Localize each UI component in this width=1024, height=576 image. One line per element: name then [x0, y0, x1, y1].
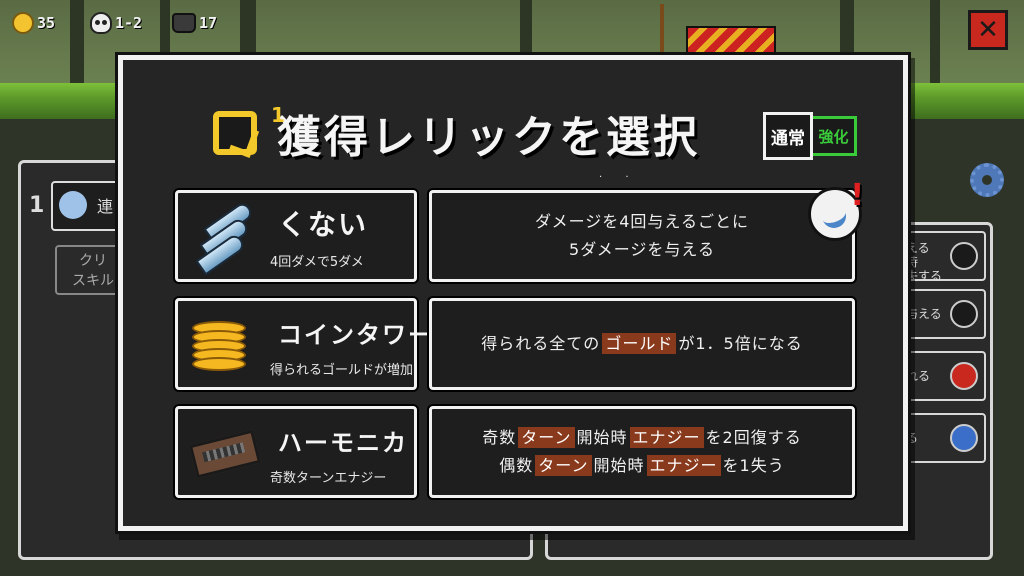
desc-line: 奇数 ターン 開始時 エナジー を2回復する	[482, 424, 801, 452]
relic-subtitle: 4回ダメで5ダメ	[270, 255, 364, 270]
relic-list-item[interactable]: 与える	[898, 289, 986, 339]
desc-text: 偶数	[499, 456, 534, 475]
mode-upgrade-button[interactable]: 強化	[813, 116, 857, 156]
panel-index: 1	[29, 193, 45, 218]
desc-line: ダメージを4回与えるごとに	[535, 208, 749, 236]
relic-description-kunai[interactable]: ダメージを4回与えるごとに 5ダメージを与える !	[429, 181, 864, 282]
desc-text: が1．5倍になる	[678, 334, 803, 353]
scroll-icon	[950, 242, 978, 270]
desc-line: 偶数 ターン 開始時 エナジー を1失う	[499, 452, 784, 480]
relic-option-kunai: くない 4回ダメで5ダメ ダメージを4回与えるごとに 5ダメージを与える !	[175, 181, 864, 282]
relic-list-text: える	[906, 241, 930, 255]
desc-text: ダメージを4回与えるごとに	[535, 212, 749, 231]
keyword-highlight: ターン	[535, 455, 592, 476]
relic-card-kunai[interactable]: くない 4回ダメで5ダメ	[175, 190, 417, 282]
relic-option-harmonica: ハーモニカ 奇数ターンエナジー 奇数 ターン 開始時 エナジー を2回復する 偶数 ターン…	[175, 406, 855, 498]
relic-list-text: れる	[906, 369, 931, 383]
kunai-badge-icon: !	[808, 181, 864, 241]
gear-icon[interactable]	[970, 163, 1004, 197]
desc-text: 開始時	[576, 428, 628, 447]
stage-indicator: 1-2	[90, 10, 142, 36]
skull-icon	[90, 12, 112, 34]
coin-counter: 35	[12, 10, 55, 36]
kunai-icon	[194, 200, 258, 276]
close-button[interactable]: ✕	[968, 10, 1008, 50]
coin-icon	[12, 12, 34, 34]
modal-title: 獲得レリックを選択	[277, 112, 700, 163]
desc-text: 奇数	[482, 428, 517, 447]
keyword-highlight: ターン	[518, 427, 575, 448]
keyword-highlight: エナジー	[646, 455, 721, 476]
relic-list-item[interactable]: れる	[898, 351, 986, 401]
mode-normal-button[interactable]: 通常	[763, 112, 813, 160]
cat-counter: 17	[172, 10, 217, 36]
relic-list-text: 時	[906, 255, 919, 269]
relic-list-text: 与える	[906, 307, 942, 321]
desc-text: 開始時	[593, 456, 645, 475]
relic-name: ハーモニカ	[278, 429, 408, 457]
desc-line: 5ダメージを与える	[569, 236, 715, 264]
coin-tower-icon	[192, 321, 252, 375]
relic-list-item[interactable]: える 時 失する	[898, 231, 986, 283]
relic-description-harmonica[interactable]: 奇数 ターン 開始時 エナジー を2回復する 偶数 ターン 開始時 エナジー を1失う	[429, 406, 855, 498]
close-icon: ✕	[977, 15, 999, 45]
harmonica-icon	[188, 429, 262, 479]
keyword-highlight: エナジー	[629, 427, 704, 448]
relic-count-sup: 1	[271, 103, 285, 127]
stage-number: 1-2	[115, 14, 143, 32]
kunai-icon	[59, 191, 87, 219]
relic-description-coin-tower[interactable]: 得られる全ての ゴールド が1．5倍になる	[429, 298, 855, 390]
desc-line: 得られる全ての ゴールド が1．5倍になる	[481, 330, 802, 358]
relic-list-item[interactable]: る	[898, 413, 986, 463]
cat-count: 17	[199, 14, 218, 32]
keyword-highlight: ゴールド	[602, 333, 677, 354]
kunai-icon	[950, 300, 978, 328]
coin-count: 35	[37, 14, 56, 32]
skill-card-label: 連	[97, 197, 114, 216]
relic-name: コインタワー	[278, 321, 434, 349]
desc-text: 得られる全ての	[481, 334, 601, 353]
apple-icon	[950, 362, 978, 390]
desc-text: 5ダメージを与える	[569, 240, 715, 259]
modal-header: 1 獲得レリックを選択	[213, 98, 700, 168]
striped-banner	[686, 26, 776, 58]
relic-subtitle: 得られるゴールドが増加	[270, 363, 414, 378]
relic-option-coin-tower: コインタワー 得られるゴールドが増加 得られる全ての ゴールド が1．5倍になる	[175, 298, 855, 390]
desc-text: を1失う	[722, 456, 785, 475]
relic-card-coin-tower[interactable]: コインタワー 得られるゴールドが増加	[175, 298, 432, 390]
relic-select-modal: 1 獲得レリックを選択 通常 強化 · · くない 4回ダメで5ダメ ダメージを…	[118, 55, 908, 531]
relic-card-harmonica[interactable]: ハーモニカ 奇数ターンエナジー	[175, 406, 417, 498]
sparkle-dots: · ·	[599, 172, 639, 183]
relic-list-text: 失する	[906, 269, 943, 283]
blue-gem-icon	[950, 424, 978, 452]
cat-icon	[172, 13, 196, 33]
relic-subtitle: 奇数ターンエナジー	[270, 471, 387, 486]
mode-toggle: 通常 強化	[763, 112, 857, 160]
relic-name: くない	[278, 208, 369, 241]
desc-text: を2回復する	[705, 428, 802, 447]
relic-select-icon: 1	[213, 103, 285, 155]
